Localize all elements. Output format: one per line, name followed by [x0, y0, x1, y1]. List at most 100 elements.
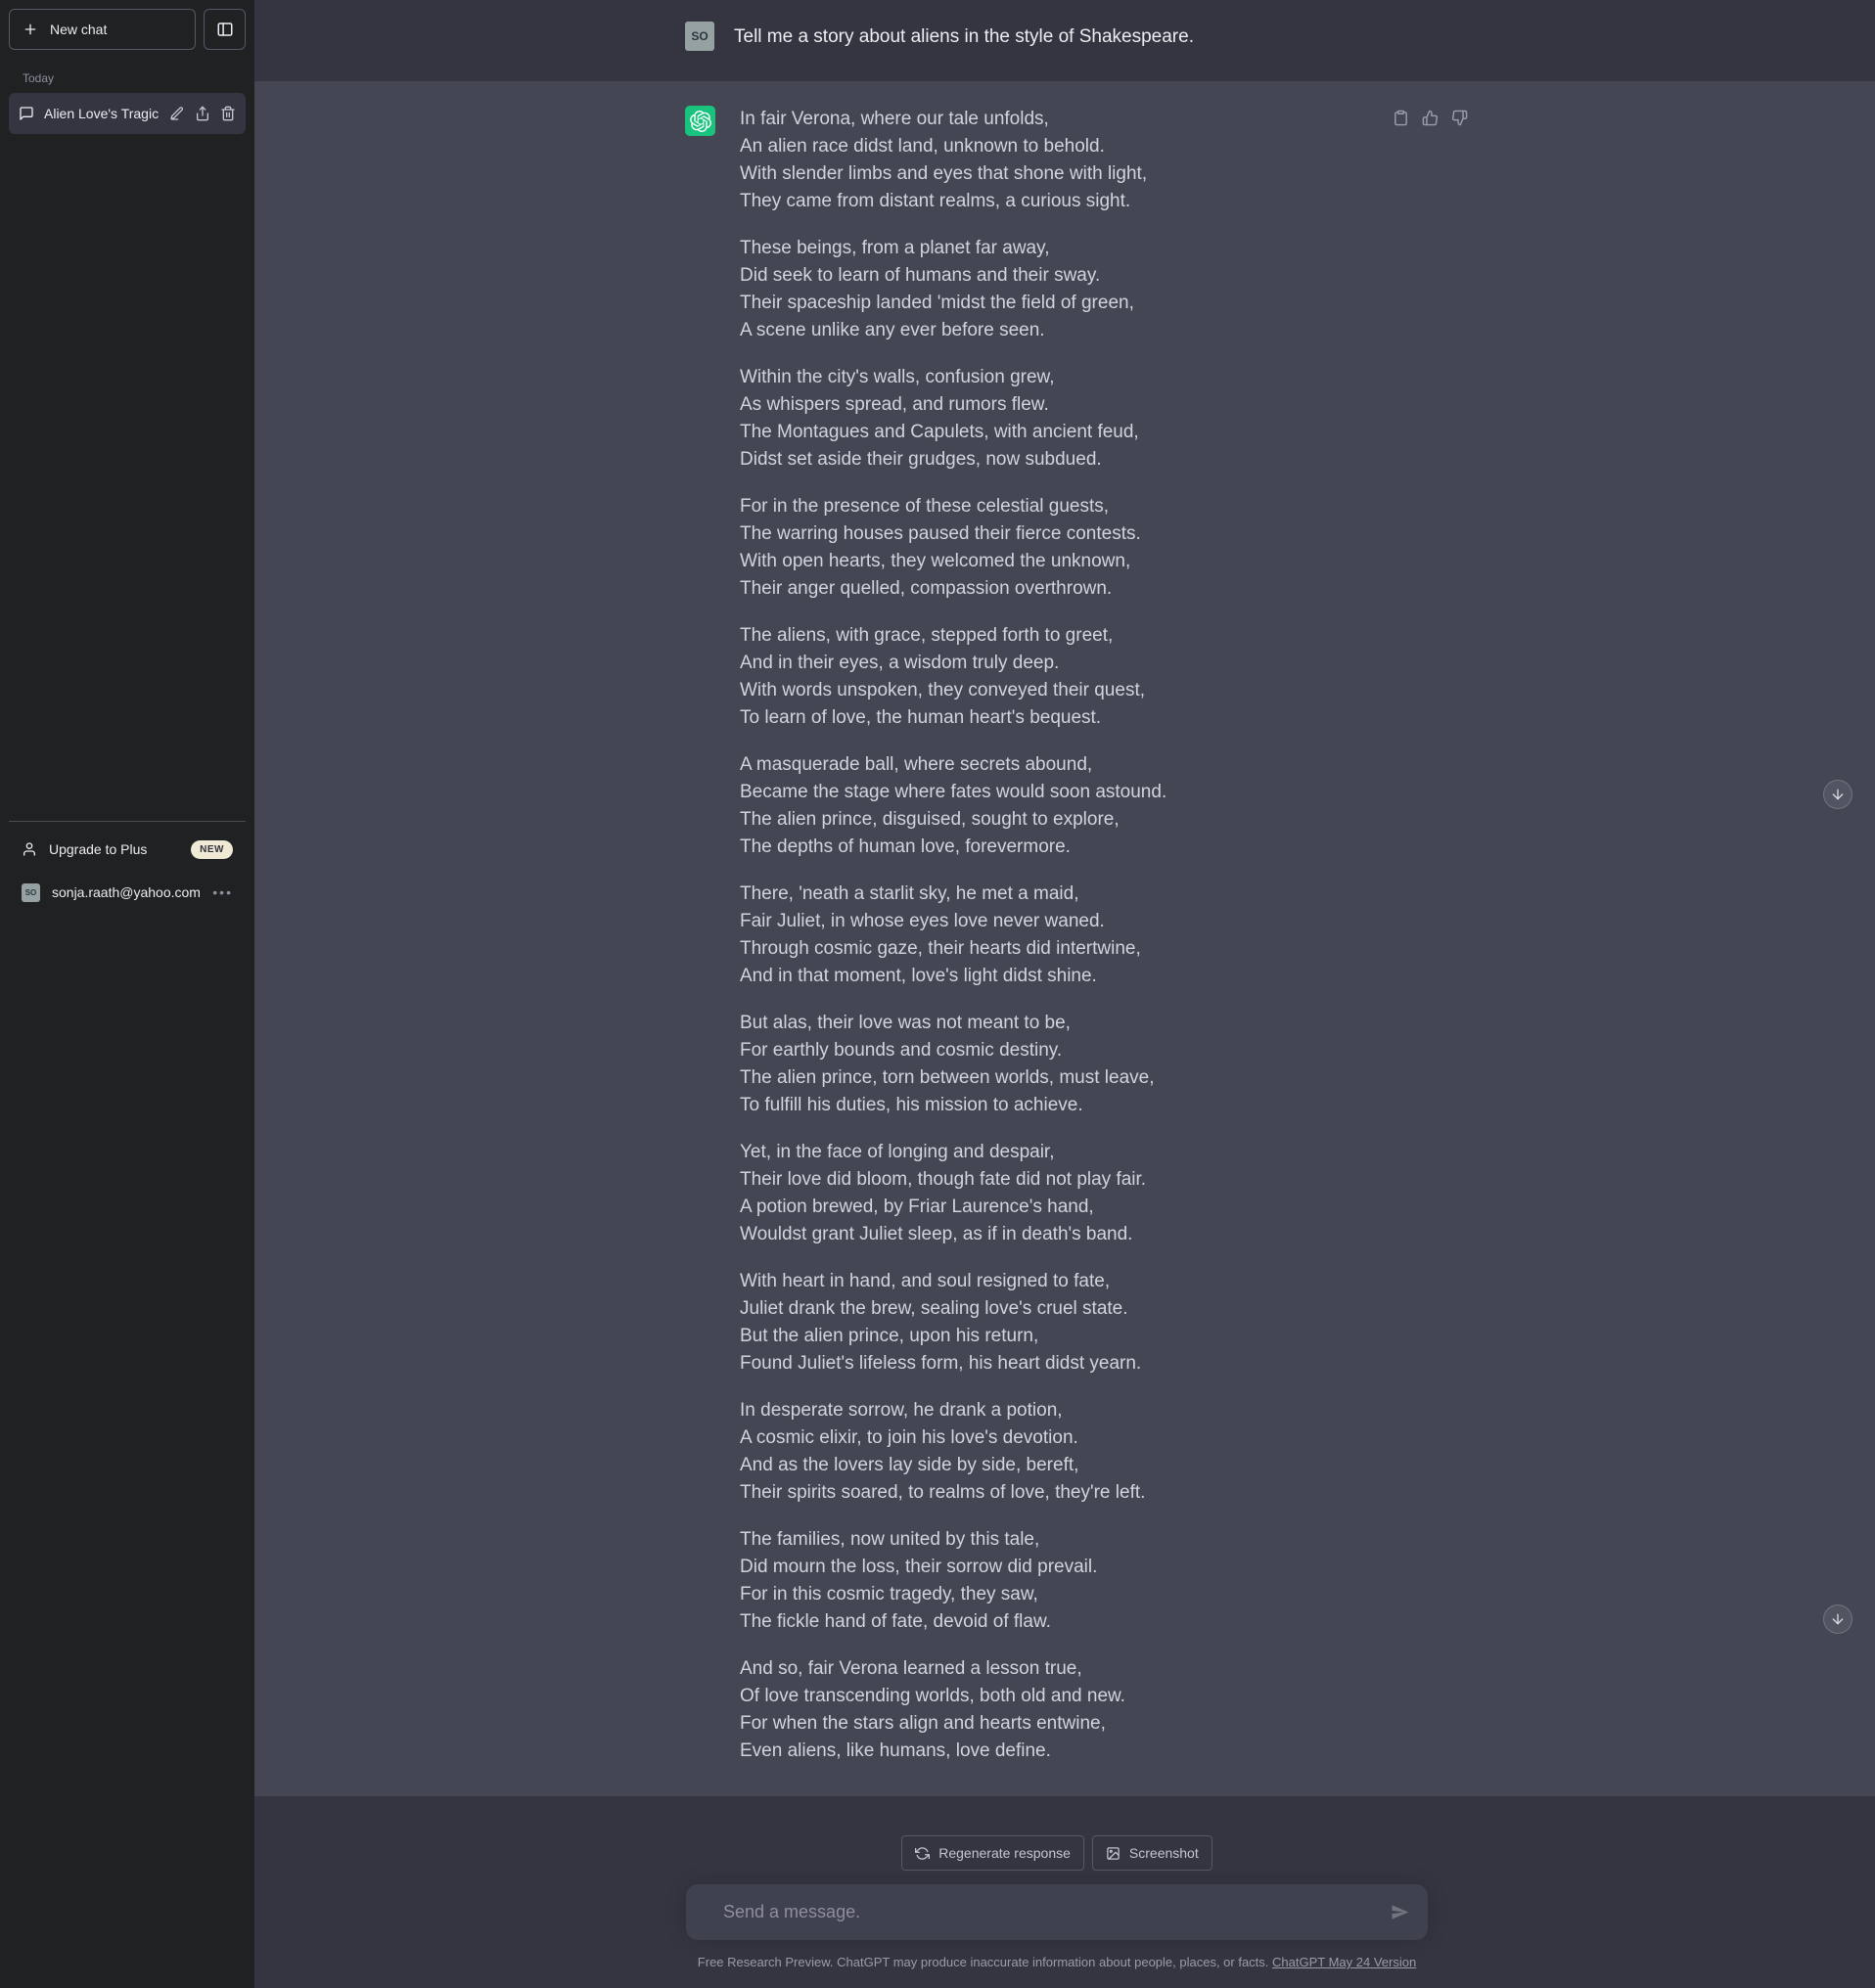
- poem-line: The depths of human love, forevermore.: [740, 834, 1368, 861]
- poem-line: The Montagues and Capulets, with ancient…: [740, 419, 1368, 446]
- poem-line: And in their eyes, a wisdom truly deep.: [740, 650, 1368, 677]
- poem-line: In fair Verona, where our tale unfolds,: [740, 106, 1368, 133]
- poem-line: Did seek to learn of humans and their sw…: [740, 262, 1368, 290]
- poem-line: They came from distant realms, a curious…: [740, 188, 1368, 215]
- poem-line: There, 'neath a starlit sky, he met a ma…: [740, 881, 1368, 908]
- poem-stanza: These beings, from a planet far away,Did…: [740, 235, 1368, 344]
- sidebar-top-row: New chat: [9, 9, 246, 50]
- arrow-down-icon: [1830, 787, 1846, 802]
- sidebar-toggle-icon: [216, 21, 234, 38]
- upgrade-to-plus-button[interactable]: Upgrade to Plus NEW: [9, 828, 246, 871]
- plus-icon: [23, 22, 38, 37]
- poem-line: And as the lovers lay side by side, bere…: [740, 1452, 1368, 1479]
- chat-main: SO Tell me a story about aliens in the s…: [254, 0, 1875, 1988]
- poem-stanza: There, 'neath a starlit sky, he met a ma…: [740, 881, 1368, 990]
- poem-line: For when the stars align and hearts entw…: [740, 1710, 1368, 1738]
- poem-stanza: Yet, in the face of longing and despair,…: [740, 1139, 1368, 1248]
- regenerate-label: Regenerate response: [938, 1845, 1071, 1861]
- poem-line: Through cosmic gaze, their hearts did in…: [740, 935, 1368, 963]
- poem-line: A potion brewed, by Friar Laurence's han…: [740, 1194, 1368, 1221]
- scroll-to-bottom-button-2[interactable]: [1823, 1604, 1852, 1634]
- poem-line: Didst set aside their grudges, now subdu…: [740, 446, 1368, 474]
- poem-line: The alien prince, torn between worlds, m…: [740, 1064, 1368, 1092]
- chatgpt-logo-icon: [685, 106, 715, 136]
- poem-stanza: And so, fair Verona learned a lesson tru…: [740, 1655, 1368, 1765]
- version-link[interactable]: ChatGPT May 24 Version: [1272, 1955, 1416, 1969]
- poem-line: The fickle hand of fate, devoid of flaw.: [740, 1608, 1368, 1636]
- user-icon: [22, 841, 37, 857]
- sidebar-bottom: Upgrade to Plus NEW SO sonja.raath@yahoo…: [9, 821, 246, 914]
- new-chat-button[interactable]: New chat: [9, 9, 196, 50]
- message-input[interactable]: [685, 1883, 1429, 1941]
- thumbs-down-icon[interactable]: [1451, 110, 1468, 126]
- poem-line: For in this cosmic tragedy, they saw,: [740, 1581, 1368, 1608]
- poem-line: These beings, from a planet far away,: [740, 235, 1368, 262]
- send-icon[interactable]: [1391, 1903, 1409, 1921]
- poem-line: An alien race didst land, unknown to beh…: [740, 133, 1368, 160]
- poem-line: For in the presence of these celestial g…: [740, 493, 1368, 520]
- assistant-message-row: In fair Verona, where our tale unfolds,A…: [254, 81, 1875, 1796]
- share-conversation-icon[interactable]: [195, 106, 210, 121]
- poem-line: Even aliens, like humans, love define.: [740, 1738, 1368, 1765]
- poem-line: Fair Juliet, in whose eyes love never wa…: [740, 908, 1368, 935]
- poem-line: A masquerade ball, where secrets abound,: [740, 751, 1368, 779]
- account-avatar: SO: [22, 883, 40, 902]
- poem-line: Their spirits soared, to realms of love,…: [740, 1479, 1368, 1507]
- upgrade-label: Upgrade to Plus: [49, 841, 147, 857]
- poem-stanza: The families, now united by this tale,Di…: [740, 1526, 1368, 1636]
- poem-line: Wouldst grant Juliet sleep, as if in dea…: [740, 1221, 1368, 1248]
- poem-line: To learn of love, the human heart's bequ…: [740, 704, 1368, 732]
- screenshot-icon: [1106, 1846, 1120, 1861]
- user-message-row: SO Tell me a story about aliens in the s…: [254, 0, 1875, 81]
- edit-title-icon[interactable]: [169, 106, 185, 121]
- composer: [685, 1883, 1429, 1941]
- poem-line: Did mourn the loss, their sorrow did pre…: [740, 1554, 1368, 1581]
- thumbs-up-icon[interactable]: [1422, 110, 1439, 126]
- poem-line: With words unspoken, they conveyed their…: [740, 677, 1368, 704]
- composer-section: Regenerate response Screenshot Free Rese…: [254, 1796, 1875, 1988]
- copy-icon[interactable]: [1393, 110, 1409, 126]
- poem-line: For earthly bounds and cosmic destiny.: [740, 1037, 1368, 1064]
- screenshot-button[interactable]: Screenshot: [1092, 1835, 1212, 1871]
- poem-line: Found Juliet's lifeless form, his heart …: [740, 1350, 1368, 1378]
- scroll-to-bottom-button[interactable]: [1823, 780, 1852, 809]
- poem-line: Juliet drank the brew, sealing love's cr…: [740, 1295, 1368, 1323]
- poem-line: Of love transcending worlds, both old an…: [740, 1683, 1368, 1710]
- poem-line: And so, fair Verona learned a lesson tru…: [740, 1655, 1368, 1683]
- poem-line: Their spaceship landed 'midst the field …: [740, 290, 1368, 317]
- poem-stanza: A masquerade ball, where secrets abound,…: [740, 751, 1368, 861]
- poem-line: The alien prince, disguised, sought to e…: [740, 806, 1368, 834]
- poem-line: With open hearts, they welcomed the unkn…: [740, 548, 1368, 575]
- account-email: sonja.raath@yahoo.com: [52, 884, 201, 900]
- regenerate-icon: [915, 1846, 930, 1861]
- delete-conversation-icon[interactable]: [220, 106, 236, 121]
- chat-bubble-icon: [19, 106, 34, 121]
- footer-text: Free Research Preview. ChatGPT may produ…: [698, 1955, 1272, 1969]
- poem-line: In desperate sorrow, he drank a potion,: [740, 1397, 1368, 1424]
- sidebar-item-conversation[interactable]: Alien Love's Tragic T: [9, 93, 246, 134]
- user-message-text: Tell me a story about aliens in the styl…: [734, 22, 1194, 51]
- user-avatar: SO: [685, 22, 714, 51]
- screenshot-label: Screenshot: [1129, 1845, 1199, 1861]
- poem-stanza: In fair Verona, where our tale unfolds,A…: [740, 106, 1368, 215]
- regenerate-response-button[interactable]: Regenerate response: [901, 1835, 1084, 1871]
- account-menu-button[interactable]: SO sonja.raath@yahoo.com •••: [9, 871, 246, 914]
- poem-line: A cosmic elixir, to join his love's devo…: [740, 1424, 1368, 1452]
- poem-line: As whispers spread, and rumors flew.: [740, 391, 1368, 419]
- hide-sidebar-button[interactable]: [204, 9, 246, 50]
- poem-stanza: But alas, their love was not meant to be…: [740, 1010, 1368, 1119]
- poem-line: Became the stage where fates would soon …: [740, 779, 1368, 806]
- poem-line: Yet, in the face of longing and despair,: [740, 1139, 1368, 1166]
- poem-stanza: Within the city's walls, confusion grew,…: [740, 364, 1368, 474]
- history-section-label: Today: [9, 71, 246, 85]
- poem-line: Their love did bloom, though fate did no…: [740, 1166, 1368, 1194]
- poem-stanza: In desperate sorrow, he drank a potion,A…: [740, 1397, 1368, 1507]
- poem-line: And in that moment, love's light didst s…: [740, 963, 1368, 990]
- account-options-icon[interactable]: •••: [212, 884, 233, 900]
- sidebar: New chat Today Alien Love's Tragic T Up: [0, 0, 254, 1988]
- poem-line: Their anger quelled, compassion overthro…: [740, 575, 1368, 603]
- poem-line: But the alien prince, upon his return,: [740, 1323, 1368, 1350]
- poem-stanza: With heart in hand, and soul resigned to…: [740, 1268, 1368, 1378]
- poem-line: The families, now united by this tale,: [740, 1526, 1368, 1554]
- poem-line: With slender limbs and eyes that shone w…: [740, 160, 1368, 188]
